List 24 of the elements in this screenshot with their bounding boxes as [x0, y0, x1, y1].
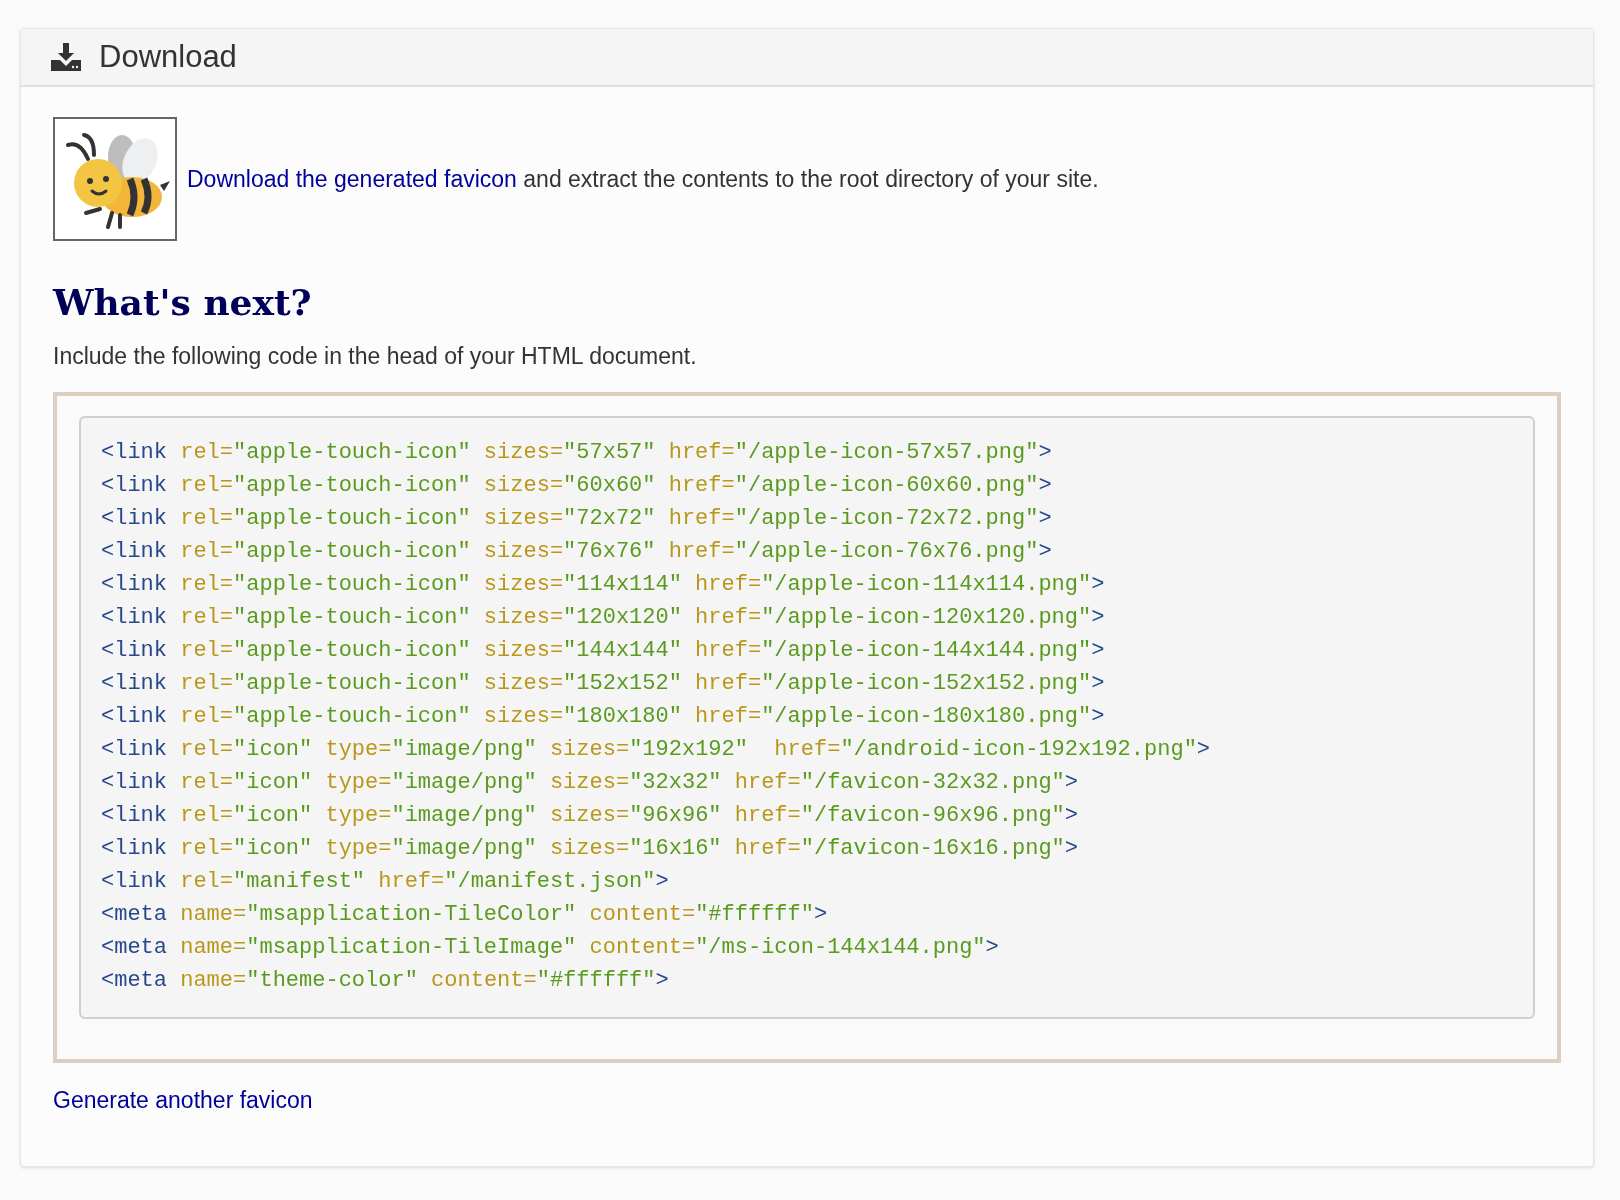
code-line: <link rel="icon" type="image/png" sizes="96x96" href="/favicon-96x96.png"> [101, 802, 1079, 830]
code-line: <link rel="apple-touch-icon" sizes="72x72" href="/apple-icon-72x72.png"> [101, 505, 1053, 533]
code-line: <link rel="apple-touch-icon" sizes="76x76" href="/apple-icon-76x76.png"> [101, 538, 1053, 566]
instruction-text: Include the following code in the head of your HTML document. [53, 343, 698, 370]
code-line: <link rel="apple-touch-icon" sizes="144x144" href="/apple-icon-144x144.png"> [101, 637, 1106, 665]
section-heading: What's next? [53, 281, 313, 323]
code-line: <link rel="icon" type="image/png" sizes="192x192" href="/android-icon-192x192.png"> [101, 736, 1212, 764]
code-line: <meta name="msapplication-TileImage" content="/ms-icon-144x144.png"> [101, 934, 1000, 962]
code-line: <link rel="apple-touch-icon" sizes="60x60" href="/apple-icon-60x60.png"> [101, 472, 1053, 500]
generate-another-link[interactable]: Generate another favicon [53, 1087, 313, 1114]
intro-text: Download the generated favicon and extract the contents to the root directory of your site. [187, 165, 1099, 193]
code-line: <meta name="theme-color" content="#ffffff"> [101, 967, 670, 995]
code-line: <link rel="manifest" href="/manifest.json"> [101, 868, 670, 896]
panel-title: Download [99, 39, 237, 75]
code-line: <meta name="msapplication-TileColor" content="#ffffff"> [101, 901, 829, 929]
code-line: <link rel="apple-touch-icon" sizes="180x180" href="/apple-icon-180x180.png"> [101, 703, 1106, 731]
code-line: <link rel="apple-touch-icon" sizes="120x120" href="/apple-icon-120x120.png"> [101, 604, 1106, 632]
code-line: <link rel="apple-touch-icon" sizes="57x57" href="/apple-icon-57x57.png"> [101, 439, 1053, 467]
code-line: <link rel="icon" type="image/png" sizes="32x32" href="/favicon-32x32.png"> [101, 769, 1079, 797]
code-line: <link rel="icon" type="image/png" sizes="16x16" href="/favicon-16x16.png"> [101, 835, 1079, 863]
download-link[interactable]: Download the generated favicon [187, 165, 517, 192]
code-line: <link rel="apple-touch-icon" sizes="152x152" href="/apple-icon-152x152.png"> [101, 670, 1106, 698]
download-icon [51, 43, 81, 71]
code-line: <link rel="apple-touch-icon" sizes="114x114" href="/apple-icon-114x114.png"> [101, 571, 1106, 599]
